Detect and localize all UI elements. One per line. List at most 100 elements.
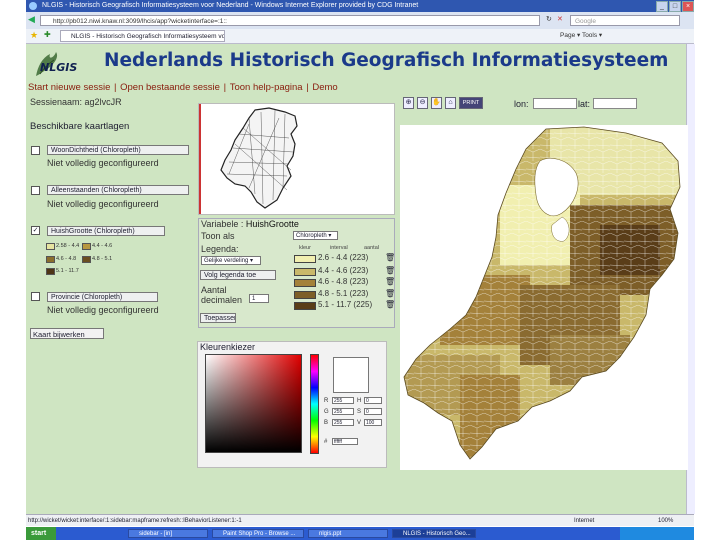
decimals-input[interactable]: 1 [249, 294, 269, 303]
h-input[interactable]: 0 [364, 397, 382, 404]
class-interval: 5.1 - 11.7 (225) [318, 300, 373, 309]
back-icon[interactable]: ◀ [28, 14, 35, 25]
refresh-icon[interactable]: ↻ [546, 15, 552, 23]
maximize-icon[interactable]: □ [669, 1, 681, 12]
apply-button[interactable]: Toepassen [200, 313, 236, 323]
add-favorite-icon[interactable]: ✚ [44, 30, 51, 39]
col-aantal: aantal [364, 245, 379, 251]
choropleth-map[interactable] [400, 125, 688, 470]
class-color-swatch[interactable] [294, 279, 316, 287]
trash-icon[interactable]: 🗑 [385, 253, 395, 262]
status-zoom[interactable]: 100% [658, 515, 673, 527]
trash-icon[interactable]: 🗑 [385, 300, 395, 309]
map-toolbar: ⊕ ⊖ ✋ ⌂ PRINT [403, 97, 483, 109]
home-icon[interactable]: ⌂ [445, 97, 456, 109]
color-picker-title: Kleurenkiezer [200, 342, 256, 352]
layer-button-woondichtheid[interactable]: WoonDichtheid (Chloropleth) [47, 145, 189, 155]
hex-label: # [324, 439, 328, 445]
apply-legend-button[interactable]: Volg legenda toe [200, 270, 276, 280]
legend-swatch [82, 256, 91, 263]
display-type-select[interactable]: Chloropleth ▾ [293, 231, 338, 240]
lon-input[interactable] [533, 98, 577, 109]
task-button[interactable]: nlgis.ppt [308, 529, 388, 538]
print-icon[interactable]: PRINT [459, 97, 483, 109]
legend-swatch [82, 243, 91, 250]
s-input[interactable]: 0 [364, 408, 382, 415]
layer-checkbox-provincie[interactable] [31, 292, 40, 301]
trash-icon[interactable]: 🗑 [385, 277, 395, 286]
status-zone: Internet [574, 518, 595, 524]
g-input[interactable]: 255 [332, 408, 354, 415]
layers-title: Beschikbare kaartlagen [30, 121, 130, 132]
layer-note-woondichtheid: Niet volledig geconfigureerd [47, 158, 159, 168]
search-input[interactable]: Google [570, 15, 680, 26]
r-label: R [324, 398, 329, 404]
system-tray [620, 527, 694, 540]
r-input[interactable]: 255 [332, 397, 354, 404]
nav-new-session[interactable]: Start nieuwe sessie [28, 82, 110, 93]
layer-checkbox-huishgrootte[interactable]: ✓ [31, 226, 40, 235]
color-preview [333, 357, 369, 393]
layer-checkbox-woondichtheid[interactable] [31, 146, 40, 155]
lat-input[interactable] [593, 98, 637, 109]
g-label: G [324, 409, 329, 415]
legend-text: 4.4 - 4.6 [92, 243, 113, 249]
trash-icon[interactable]: 🗑 [385, 266, 395, 275]
b-input[interactable]: 255 [332, 419, 354, 426]
v-input[interactable]: 100 [364, 419, 382, 426]
hex-input[interactable]: ffffff [332, 438, 358, 445]
layer-button-provincie[interactable]: Provincie (Chloropleth) [47, 292, 158, 302]
legend-label: Legenda: [201, 244, 239, 254]
overview-map[interactable] [198, 103, 395, 215]
address-input[interactable]: http://pb012.niwi.knaw.nl:3099/lhcis/app… [40, 15, 540, 26]
lat-label: lat: [578, 99, 591, 109]
variable-label: Variabele : HuishGrootte [201, 219, 299, 229]
session-value: ag2lvcJR [84, 97, 122, 107]
decimals-label: Aantal decimalen [201, 285, 243, 305]
layer-note-provincie: Niet volledig geconfigureerd [47, 305, 159, 315]
session-name: Sessienaam: ag2lvcJR [30, 97, 122, 107]
task-button-active[interactable]: NLGIS - Historisch Geo... [392, 529, 476, 538]
nav-demo[interactable]: Demo [312, 82, 337, 93]
minimize-icon[interactable]: _ [656, 1, 668, 12]
trash-icon[interactable]: 🗑 [385, 289, 395, 298]
class-color-swatch[interactable] [294, 291, 316, 299]
layer-note-alleenstaanden: Niet volledig geconfigureerd [47, 199, 159, 209]
saturation-value-area[interactable] [205, 354, 302, 453]
b-label: B [324, 420, 329, 426]
favorites-star-icon[interactable]: ★ [30, 30, 38, 41]
window-title: NLGIS - Historisch Geografisch Informati… [42, 2, 419, 9]
update-map-button[interactable]: Kaart bijwerken [30, 328, 104, 339]
hue-slider[interactable] [310, 354, 319, 454]
browser-tab[interactable]: NLGIS - Historisch Geografisch Informati… [60, 30, 225, 42]
legend-text: 4.8 - 5.1 [92, 256, 113, 262]
h-label: H [357, 398, 362, 404]
layer-button-huishgrootte[interactable]: HuishGrootte (Chloropleth) [47, 226, 165, 236]
task-button[interactable]: sidebar - [in] [128, 529, 208, 538]
class-color-swatch[interactable] [294, 255, 316, 263]
pan-icon[interactable]: ✋ [431, 97, 442, 109]
start-button[interactable]: start [26, 527, 56, 540]
stop-icon[interactable]: ✕ [557, 15, 563, 23]
v-label: V [357, 420, 362, 426]
legend-swatch [46, 256, 55, 263]
layer-button-alleenstaanden[interactable]: Alleenstaanden (Chloropleth) [47, 185, 189, 195]
zoom-out-icon[interactable]: ⊖ [417, 97, 428, 109]
class-color-swatch[interactable] [294, 268, 316, 276]
nav-help[interactable]: Toon help-pagina [230, 82, 303, 93]
task-button[interactable]: Paint Shop Pro - Browse ... [212, 529, 304, 538]
window-titlebar: NLGIS - Historisch Geografisch Informati… [26, 0, 694, 12]
zoom-in-icon[interactable]: ⊕ [403, 97, 414, 109]
class-interval: 4.6 - 4.8 (223) [318, 277, 369, 286]
nav-open-session[interactable]: Open bestaande sessie [120, 82, 220, 93]
legend-text: 4.6 - 4.8 [56, 256, 77, 262]
close-icon[interactable]: × [682, 1, 694, 12]
main-nav: Start nieuwe sessie | Open bestaande ses… [28, 82, 338, 93]
class-color-swatch[interactable] [294, 302, 316, 310]
class-interval: 4.4 - 4.6 (223) [318, 266, 369, 275]
command-bar[interactable]: Page ▾ Tools ▾ [560, 31, 602, 39]
page-title: Nederlands Historisch Geografisch Inform… [104, 50, 669, 71]
layer-checkbox-alleenstaanden[interactable] [31, 186, 40, 195]
variable-value: HuishGrootte [245, 219, 299, 229]
legend-select[interactable]: Gelijke verdeling ▾ [201, 256, 261, 265]
